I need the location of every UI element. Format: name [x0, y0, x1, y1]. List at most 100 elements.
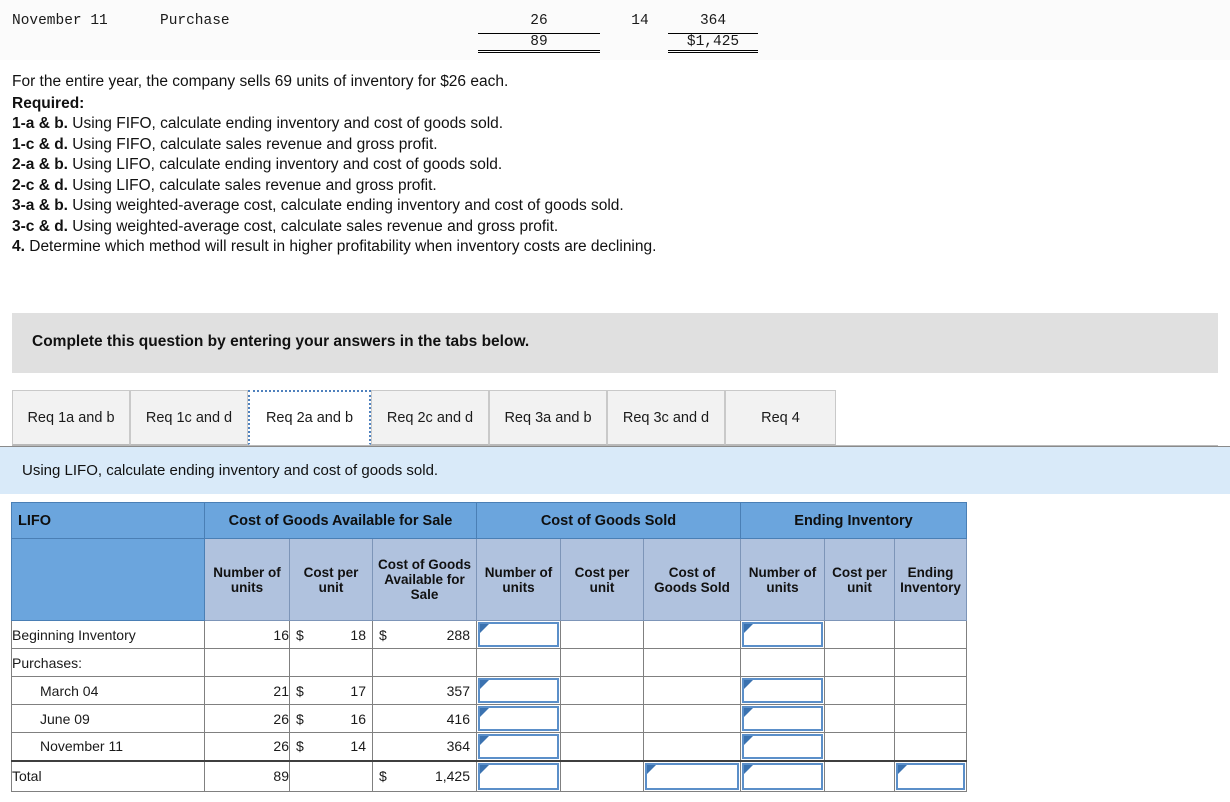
ending-number-of-units[interactable] [740, 620, 825, 649]
currency-symbol: $ [379, 626, 387, 643]
tab-req-7[interactable]: Req 4 [725, 390, 836, 445]
sub-header-avail-total: Cost of Goods Available for Sale [372, 538, 477, 621]
cogs-cost-per-unit [560, 732, 644, 761]
corner-label-lifo: LIFO [11, 502, 205, 539]
cogs-cost-per-unit [560, 648, 644, 677]
requirement-tabs: Req 1a and b Req 1c and d Req 2a and b Req … [12, 390, 1218, 446]
tab-req-1[interactable]: Req 1a and b [12, 390, 130, 445]
cell-value: 364 [446, 738, 470, 755]
answer-input[interactable] [742, 678, 823, 703]
requirement-item: 2-a & b. Using LIFO, calculate ending in… [12, 156, 503, 173]
row-label: Purchases: [11, 648, 205, 677]
avail-number-of-units: 26 [204, 704, 290, 733]
sub-header-avail-units: Number of units [204, 538, 290, 621]
answer-input[interactable] [478, 706, 559, 731]
tab-instruction-text: Using LIFO, calculate ending inventory a… [22, 462, 439, 479]
tab-req-4[interactable]: Req 2c and d [371, 390, 489, 445]
ending-cost-per-unit [824, 620, 895, 649]
tab-label: Req 2a and b [265, 410, 354, 426]
table-row: March 04 21 $17 357 [11, 676, 967, 705]
answer-input[interactable] [896, 762, 965, 790]
ending-number-of-units[interactable] [740, 732, 825, 761]
cogs-cost-per-unit [560, 704, 644, 733]
ending-cost-per-unit [824, 704, 895, 733]
row-label: Beginning Inventory [11, 620, 205, 649]
total-avail-number-of-units: 89 [204, 759, 290, 792]
ending-inventory-amount [894, 648, 967, 677]
top-ledger-units: 26 [530, 13, 548, 29]
ending-number-of-units[interactable] [740, 704, 825, 733]
complete-question-banner: Complete this question by entering your … [12, 313, 1218, 373]
sub-header-ending-units: Number of units [740, 538, 825, 621]
currency-symbol: $ [296, 738, 304, 755]
cogs-cost-of-goods-sold [643, 704, 741, 733]
lifo-worksheet-table: LIFO Cost of Goods Available for Sale Co… [11, 502, 967, 792]
sub-header-ending-cost: Cost per unit [824, 538, 895, 621]
cogs-cost-of-goods-sold [643, 676, 741, 705]
total-cost-of-goods-sold[interactable] [643, 759, 741, 792]
tab-req-6[interactable]: Req 3c and d [607, 390, 725, 445]
tab-req-3[interactable]: Req 2a and b [248, 390, 371, 445]
cogs-cost-of-goods-sold [643, 732, 741, 761]
cogs-number-of-units[interactable] [476, 704, 561, 733]
top-ledger-total-amount: $1,425 [668, 33, 758, 53]
answer-input[interactable] [742, 622, 823, 647]
answer-input[interactable] [742, 734, 823, 759]
ending-inventory-amount [894, 732, 967, 761]
top-ledger-total-units: 89 [478, 33, 600, 53]
ending-number-of-units [740, 648, 825, 677]
requirement-item: 3-a & b. Using weighted-average cost, ca… [12, 197, 624, 214]
total-ending-cost-per-unit [824, 759, 895, 792]
group-header-ending-inventory: Ending Inventory [740, 502, 967, 539]
total-ending-number-of-units[interactable] [740, 759, 825, 792]
table-group-header-row: LIFO Cost of Goods Available for Sale Co… [11, 502, 967, 539]
currency-symbol: $ [296, 710, 304, 727]
top-ledger-cost: 14 [631, 13, 649, 29]
narrative-lead: For the entire year, the company sells 6… [12, 73, 509, 90]
answer-input[interactable] [478, 622, 559, 647]
avail-cost-of-goods-available: 357 [372, 676, 477, 705]
cell-value: 1,425 [434, 768, 470, 785]
cogs-number-of-units[interactable] [476, 676, 561, 705]
table-total-row: Total 89 $1,425 [11, 759, 967, 792]
complete-question-banner-text: Complete this question by entering your … [32, 333, 530, 350]
table-row: Beginning Inventory 16 $18 $288 [11, 620, 967, 649]
avail-cost-per-unit: $17 [289, 676, 373, 705]
answer-input[interactable] [742, 762, 823, 790]
cogs-number-of-units [476, 648, 561, 677]
ending-cost-per-unit [824, 648, 895, 677]
total-row-label: Total [11, 759, 205, 792]
cogs-cost-of-goods-sold [643, 648, 741, 677]
answer-input[interactable] [478, 734, 559, 759]
sub-header-corner [11, 538, 205, 621]
total-cogs-number-of-units[interactable] [476, 759, 561, 792]
ending-inventory-amount [894, 704, 967, 733]
ending-number-of-units[interactable] [740, 676, 825, 705]
cogs-number-of-units[interactable] [476, 620, 561, 649]
avail-cost-of-goods-available [372, 648, 477, 677]
group-header-cogafs: Cost of Goods Available for Sale [204, 502, 477, 539]
total-ending-inventory[interactable] [894, 759, 967, 792]
cogs-number-of-units[interactable] [476, 732, 561, 761]
ending-cost-per-unit [824, 676, 895, 705]
answer-input[interactable] [645, 762, 739, 790]
tab-instruction-bar: Using LIFO, calculate ending inventory a… [0, 446, 1230, 494]
required-label: Required: [12, 94, 85, 112]
avail-number-of-units: 21 [204, 676, 290, 705]
sub-header-ending-total: Ending Inventory [894, 538, 967, 621]
tab-req-5[interactable]: Req 3a and b [489, 390, 607, 445]
answer-input[interactable] [478, 678, 559, 703]
answer-input[interactable] [478, 762, 559, 790]
cogs-cost-of-goods-sold [643, 620, 741, 649]
answer-input[interactable] [742, 706, 823, 731]
tab-req-2[interactable]: Req 1c and d [130, 390, 248, 445]
avail-cost-per-unit: $14 [289, 732, 373, 761]
table-row: June 09 26 $16 416 [11, 704, 967, 733]
currency-symbol: $ [296, 682, 304, 699]
currency-symbol: $ [296, 626, 304, 643]
requirement-item: 2-c & d. Using LIFO, calculate sales rev… [12, 176, 437, 194]
tab-label: Req 3a and b [504, 409, 592, 426]
sub-header-cogs-cost: Cost per unit [560, 538, 644, 621]
avail-cost-of-goods-available: 364 [372, 732, 477, 761]
table-sub-header-row: Number of units Cost per unit Cost of Go… [11, 538, 967, 621]
